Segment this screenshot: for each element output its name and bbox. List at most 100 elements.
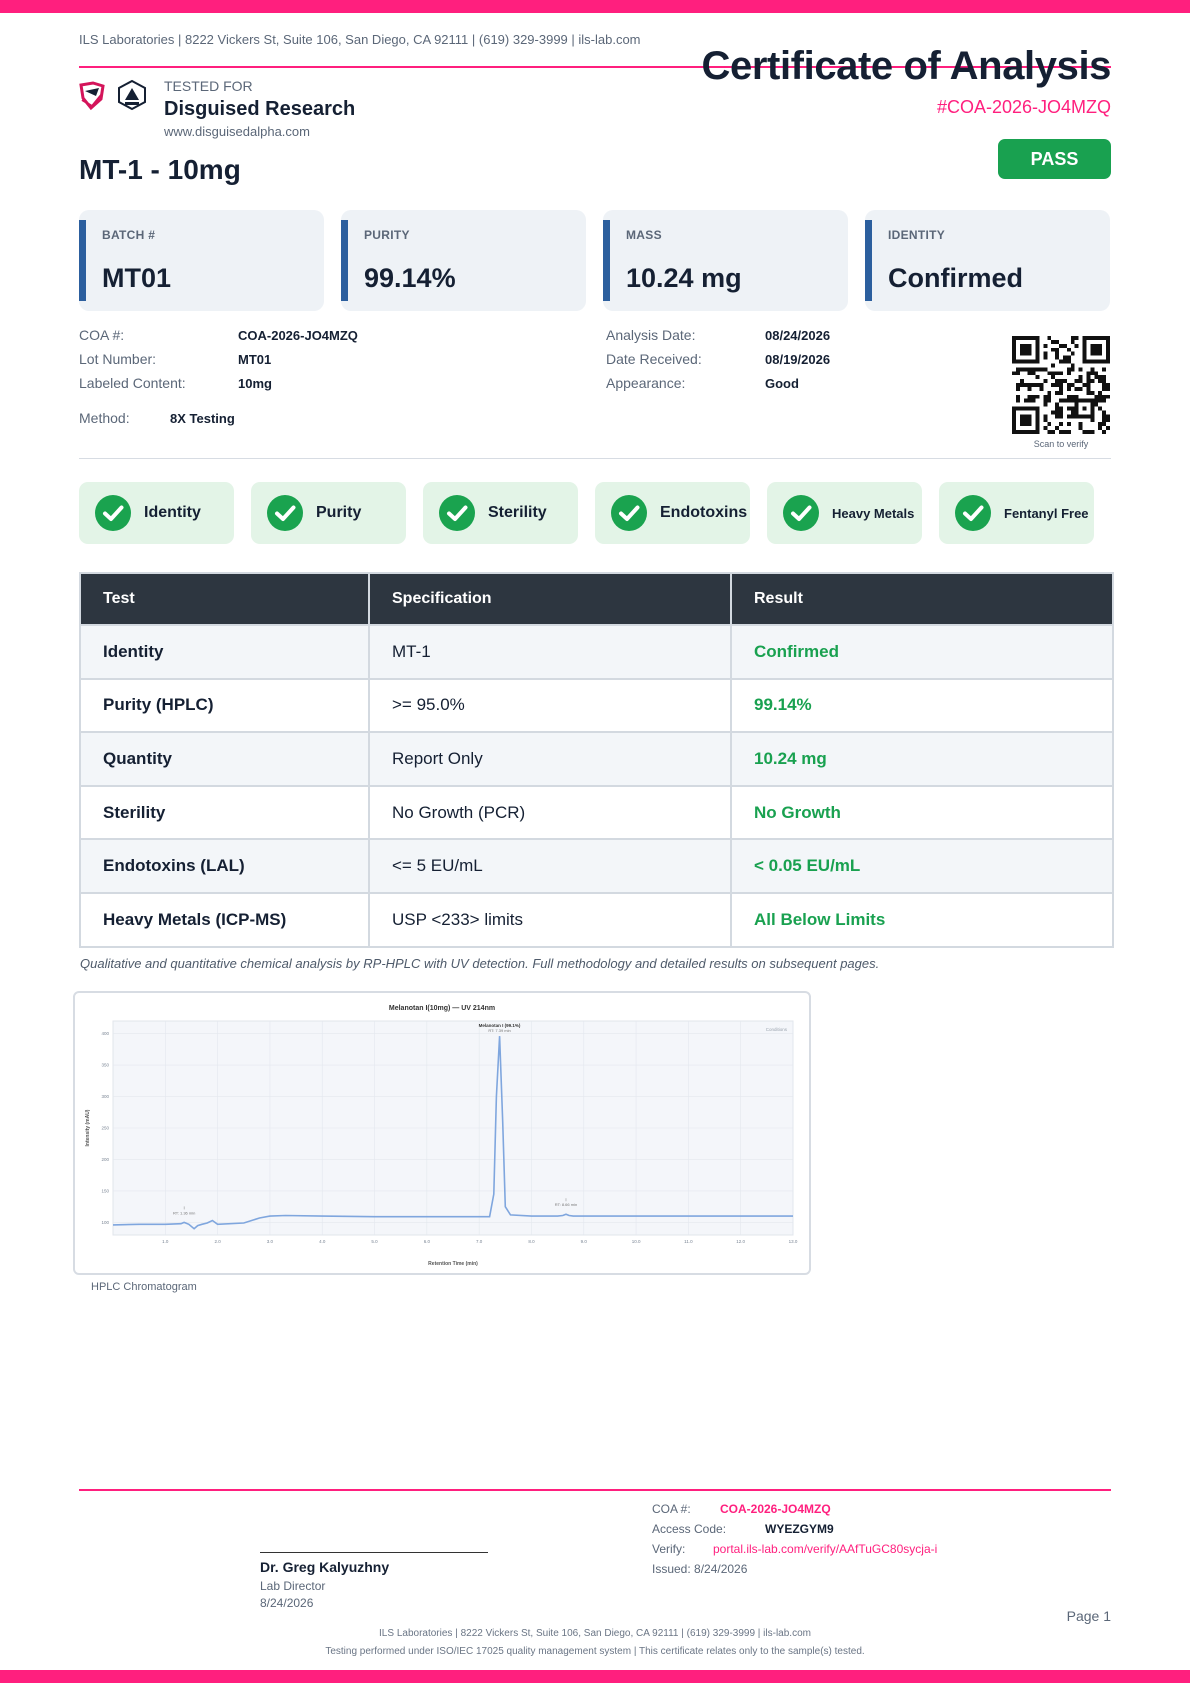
result-cell: No Growth xyxy=(730,784,1114,841)
method-label: Method: xyxy=(79,410,130,426)
x-tick-label: 1.0 xyxy=(162,1239,169,1244)
chromatogram-caption: HPLC Chromatogram xyxy=(91,1281,197,1293)
issued-date: Issued: 8/24/2026 xyxy=(652,1562,748,1576)
legend-label: Conditions xyxy=(766,1027,788,1032)
badge-label: Endotoxins xyxy=(660,504,748,521)
check-circle-icon xyxy=(783,495,819,531)
card-label: PURITY xyxy=(364,228,410,242)
x-tick-label: 12.0 xyxy=(736,1239,745,1244)
card-value: 10.24 mg xyxy=(626,263,742,293)
spec-cell: <= 5 EU/mL xyxy=(368,838,732,894)
footer-rule xyxy=(79,1489,1111,1491)
badge-label: Sterility xyxy=(488,504,547,521)
card-value: MT01 xyxy=(102,263,172,293)
client-logos xyxy=(79,79,149,111)
x-tick-label: 9.0 xyxy=(581,1239,588,1244)
test-cell: Purity (HPLC) xyxy=(79,677,370,734)
spec-cell: Report Only xyxy=(368,731,732,787)
badge-purity: Purity xyxy=(251,482,406,544)
results-table: Test Specification Result Identity MT-1 … xyxy=(79,572,1114,948)
y-tick-label: 150 xyxy=(101,1188,109,1193)
x-tick-label: 7.0 xyxy=(476,1239,483,1244)
footer-coa-label: COA #: xyxy=(652,1502,691,1516)
badge-label: Fentanyl Free xyxy=(1004,505,1089,521)
check-circle-icon xyxy=(611,495,647,531)
badge-label: Identity xyxy=(144,504,201,521)
result-cell: < 0.05 EU/mL xyxy=(730,838,1114,894)
footer-lab-line: ILS Laboratories | 8222 Vickers St, Suit… xyxy=(379,1628,811,1639)
date-received-label: Date Received: xyxy=(606,351,702,367)
lab-contact-line: ILS Laboratories | 8222 Vickers St, Suit… xyxy=(79,32,641,47)
y-tick-label: 250 xyxy=(101,1126,109,1131)
lot-number-value: MT01 xyxy=(238,352,272,367)
column-header: Result xyxy=(730,572,1114,626)
column-header: Specification xyxy=(368,572,732,626)
test-cell: Sterility xyxy=(79,784,370,841)
card-label: BATCH # xyxy=(102,228,156,242)
analysis-note: Qualitative and quantitative chemical an… xyxy=(80,956,880,971)
check-circle-icon xyxy=(955,495,991,531)
check-circle-icon xyxy=(267,495,303,531)
footer-coa-value: COA-2026-JO4MZQ xyxy=(720,1502,831,1516)
test-cell: Heavy Metals (ICP-MS) xyxy=(79,891,370,948)
y-axis-label: Intensity (mAU) xyxy=(85,1109,91,1146)
pass-status-badge: PASS xyxy=(998,139,1111,179)
test-cell: Quantity xyxy=(79,731,370,787)
analysis-date-value: 08/24/2026 xyxy=(765,328,831,343)
minor-peak-label: RT: 8.66 min xyxy=(555,1202,577,1207)
spec-cell: MT-1 xyxy=(368,624,732,680)
access-code-label: Access Code: xyxy=(652,1522,727,1536)
coa-number-value: COA-2026-JO4MZQ xyxy=(238,328,358,343)
chart-title: Melanotan I(10mg) — UV 214nm xyxy=(389,1005,495,1012)
page-number: Page 1 xyxy=(1066,1608,1111,1624)
lot-number-label: Lot Number: xyxy=(79,351,157,367)
access-code-value: WYEZGYM9 xyxy=(765,1522,834,1536)
product-name: MT-1 - 10mg xyxy=(79,154,241,185)
y-tick-label: 350 xyxy=(101,1063,109,1068)
x-tick-label: 8.0 xyxy=(528,1239,535,1244)
badge-heavy-metals: Heavy Metals xyxy=(767,482,922,544)
card-accent xyxy=(603,220,610,301)
y-tick-label: 200 xyxy=(101,1157,109,1162)
y-tick-label: 400 xyxy=(101,1031,109,1036)
client-website: www.disguisedalpha.com xyxy=(164,124,310,139)
test-cell: Endotoxins (LAL) xyxy=(79,838,370,894)
x-axis-label: Retention Time (min) xyxy=(428,1261,478,1267)
card-accent xyxy=(865,220,872,301)
signatory-name: Dr. Greg Kalyuzhny xyxy=(260,1559,390,1575)
qr-code-icon[interactable] xyxy=(1012,336,1110,434)
chromatogram-plot: Melanotan I(10mg) — UV 214nm 1.0 2.0 3.0 4.… xyxy=(85,1005,798,1267)
coa-number-label: COA #: xyxy=(79,327,125,343)
badge-label: Purity xyxy=(316,504,362,521)
result-cell: All Below Limits xyxy=(730,891,1114,948)
table-row: Sterility No Growth (PCR) No Growth xyxy=(79,784,1114,841)
signature-line xyxy=(260,1552,488,1553)
appearance-label: Appearance: xyxy=(606,375,686,391)
badge-endotoxins: Endotoxins xyxy=(595,482,750,544)
result-cell: Confirmed xyxy=(730,624,1114,680)
appearance-value: Good xyxy=(765,376,799,391)
section-divider xyxy=(79,458,1111,459)
card-label: MASS xyxy=(626,228,662,242)
verify-link[interactable]: portal.ils-lab.com/verify/AAfTuGC80sycja… xyxy=(713,1542,937,1556)
mass-card: MASS 10.24 mg xyxy=(603,210,848,311)
table-row: Purity (HPLC) >= 95.0% 99.14% xyxy=(79,677,1114,734)
main-peak-rt-label: RT: 7.39 min xyxy=(488,1028,510,1033)
badge-identity: Identity xyxy=(79,482,234,544)
spec-cell: >= 95.0% xyxy=(368,677,732,734)
labeled-content-label: Labeled Content: xyxy=(79,375,186,391)
x-tick-label: 6.0 xyxy=(424,1239,431,1244)
top-brand-bar xyxy=(0,0,1190,13)
badge-label: Heavy Metals xyxy=(832,505,915,521)
minor-peak-label: RT: 1.36 min xyxy=(173,1210,195,1215)
column-header: Test xyxy=(79,572,370,626)
x-tick-label: 3.0 xyxy=(267,1239,274,1244)
table-row: Quantity Report Only 10.24 mg xyxy=(79,731,1114,787)
x-tick-label: 10.0 xyxy=(632,1239,641,1244)
shield-logo-icon xyxy=(79,79,146,111)
y-tick-label: 300 xyxy=(101,1094,109,1099)
bottom-brand-bar xyxy=(0,1670,1190,1683)
result-cell: 10.24 mg xyxy=(730,731,1114,787)
verify-label: Verify: xyxy=(652,1542,686,1556)
check-circle-icon xyxy=(439,495,475,531)
